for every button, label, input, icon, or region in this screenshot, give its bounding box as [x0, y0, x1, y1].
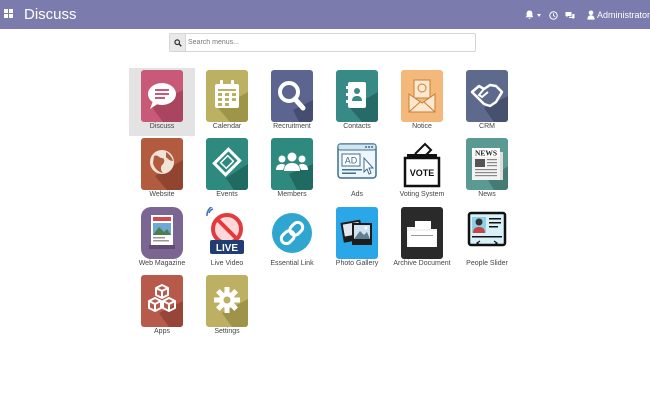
folder-icon — [401, 207, 443, 259]
vote-text: VOTE — [410, 168, 435, 178]
link-icon — [271, 207, 313, 259]
apps-grid-icon[interactable] — [4, 9, 13, 18]
app-tile-voting-system[interactable]: VOTE Voting System — [389, 136, 455, 204]
app-tile-settings[interactable]: Settings — [194, 273, 260, 341]
app-tile-discuss[interactable]: Discuss — [129, 68, 195, 136]
magazine-icon — [141, 207, 183, 259]
app-label: People Slider — [466, 260, 508, 267]
app-tile-ads[interactable]: AD Ads — [324, 136, 390, 204]
app-label: Settings — [214, 328, 240, 335]
chat-bubble-icon — [141, 70, 183, 122]
ticket-icon — [206, 138, 248, 190]
news-text: NEWS — [475, 149, 497, 158]
search-icon — [173, 38, 182, 47]
ad-browser-icon: AD — [336, 138, 378, 190]
app-tile-calendar[interactable]: Calendar — [194, 68, 260, 136]
newspaper-icon: NEWS — [466, 138, 508, 190]
handshake-icon — [466, 70, 508, 122]
live-text: LIVE — [216, 243, 239, 254]
user-icon — [587, 10, 595, 20]
app-tile-live-video[interactable]: LIVE Live Video — [194, 205, 260, 273]
app-tile-recruitment[interactable]: Recruitment — [259, 68, 325, 136]
clock-icon — [549, 10, 558, 20]
app-tile-events[interactable]: Events — [194, 136, 260, 204]
chat-icon — [565, 11, 575, 19]
user-menu[interactable]: Administrator — [587, 8, 650, 22]
activity-button[interactable] — [549, 8, 558, 22]
app-tile-website[interactable]: Website — [129, 136, 195, 204]
bell-icon — [525, 10, 534, 19]
calendar-icon — [206, 70, 248, 122]
app-label: CRM — [479, 123, 495, 130]
search-button[interactable] — [170, 34, 186, 51]
notifications-button[interactable] — [525, 8, 541, 22]
app-tile-people-slider[interactable]: People Slider — [454, 205, 520, 273]
app-tile-contacts[interactable]: Contacts — [324, 68, 390, 136]
ad-text: AD — [345, 156, 358, 166]
app-tile-members[interactable]: Members — [259, 136, 325, 204]
ballot-box-icon: VOTE — [401, 138, 443, 190]
app-tile-news[interactable]: NEWS News — [454, 136, 520, 204]
app-tile-photo-gallery[interactable]: Photo Gallery — [324, 205, 390, 273]
top-navbar: Discuss Administrator — [0, 0, 650, 29]
messages-button[interactable] — [565, 8, 575, 22]
app-tile-essential-link[interactable]: Essential Link — [259, 205, 325, 273]
address-book-icon — [336, 70, 378, 122]
menu-search — [169, 33, 476, 52]
search-input[interactable] — [188, 35, 473, 50]
live-video-icon: LIVE — [206, 207, 248, 259]
app-tile-web-magazine[interactable]: Web Magazine — [129, 205, 195, 273]
magnifier-icon — [271, 70, 313, 122]
user-name: Administrator — [597, 10, 650, 20]
gear-icon — [206, 275, 248, 327]
app-title: Discuss — [24, 6, 77, 23]
app-label: News — [478, 191, 496, 198]
app-tile-notice[interactable]: Notice — [389, 68, 455, 136]
envelope-icon — [401, 70, 443, 122]
cubes-icon — [141, 275, 183, 327]
photo-gallery-icon — [336, 207, 378, 259]
app-tile-archive-document[interactable]: Archive Document — [389, 205, 455, 273]
app-tile-crm[interactable]: CRM — [454, 68, 520, 136]
members-icon — [271, 138, 313, 190]
app-tile-apps[interactable]: Apps — [129, 273, 195, 341]
people-slider-icon — [466, 207, 508, 259]
globe-icon — [141, 138, 183, 190]
